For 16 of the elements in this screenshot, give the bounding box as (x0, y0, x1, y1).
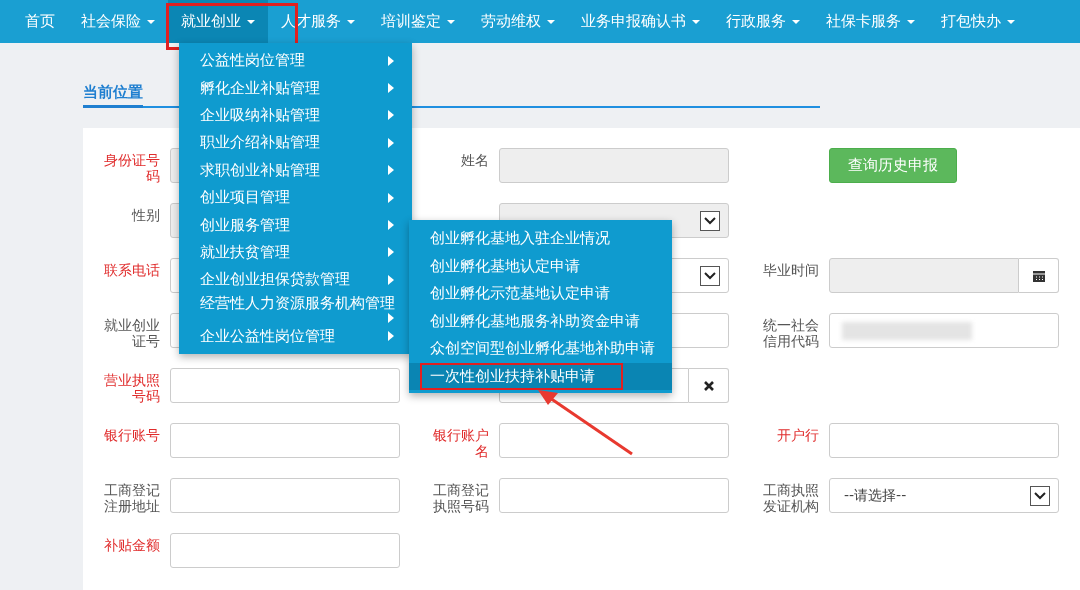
field-label: 就业创业证号 (103, 317, 160, 349)
field-label: 联系电话 (103, 262, 160, 278)
field-label: 统一社会信用代码 (762, 317, 819, 349)
field-label: 银行账户名 (432, 427, 489, 459)
breadcrumb-label: 当前位置 (83, 83, 143, 108)
field-label: 毕业时间 (762, 262, 819, 278)
field-label: 工商登记执照号码 (432, 482, 489, 514)
field-label: 银行账号 (103, 427, 160, 443)
field-label: 性别 (130, 207, 160, 223)
field-label: 工商登记注册地址 (103, 482, 160, 514)
field-label: 开户行 (776, 427, 819, 443)
field-label: 营业执照号码 (103, 372, 160, 404)
field-label: 工商执照发证机构 (762, 482, 819, 514)
field-label: 身份证号码 (103, 152, 160, 184)
field-label: 姓名 (460, 152, 489, 168)
field-label: 补贴金额 (103, 537, 160, 553)
